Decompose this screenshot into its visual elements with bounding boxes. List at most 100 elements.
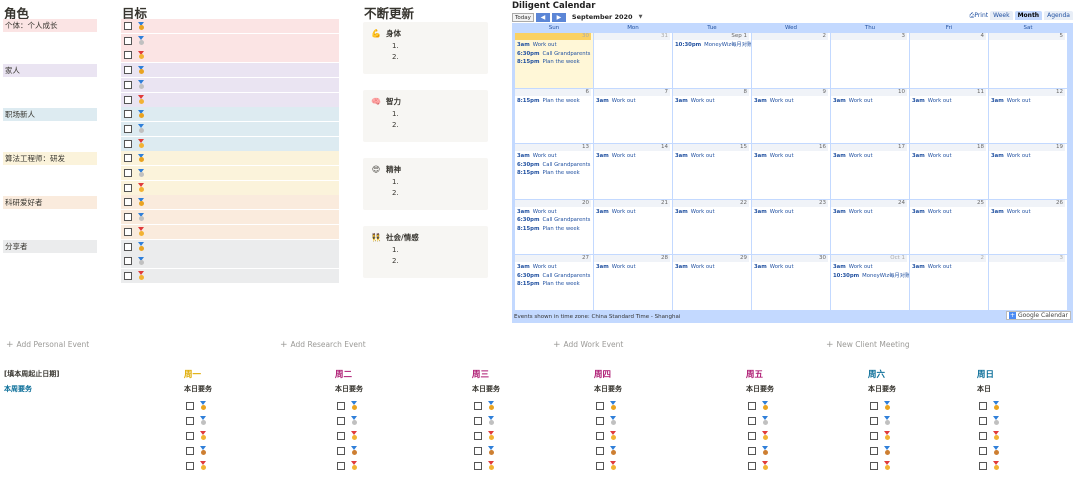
checkbox[interactable] bbox=[979, 431, 987, 440]
calendar-event[interactable]: 8:15pm Plan the week bbox=[517, 226, 580, 233]
google-calendar-button[interactable]: + Google Calendar bbox=[1005, 311, 1071, 320]
calendar-day-cell[interactable]: 24 3am Work out bbox=[831, 199, 909, 254]
checkbox[interactable] bbox=[474, 461, 482, 470]
checkbox[interactable] bbox=[596, 431, 604, 440]
today-button[interactable]: Today bbox=[512, 12, 534, 22]
growth-card-line[interactable]: 2. bbox=[392, 53, 480, 61]
calendar-day-cell[interactable]: 4 bbox=[910, 33, 988, 88]
calendar-day-cell[interactable]: 28 3am Work out bbox=[594, 255, 672, 310]
role-label[interactable]: 家人 bbox=[3, 64, 97, 77]
checkbox[interactable] bbox=[748, 431, 756, 440]
checkbox[interactable] bbox=[979, 416, 987, 425]
calendar-day-cell[interactable]: 26 3am Work out bbox=[989, 199, 1067, 254]
calendar-event[interactable]: 3am Work out bbox=[833, 153, 873, 160]
checkbox[interactable] bbox=[124, 110, 132, 119]
checkbox[interactable] bbox=[596, 446, 604, 455]
checkbox[interactable] bbox=[870, 461, 878, 470]
calendar-event[interactable]: 8:15pm Plan the week bbox=[517, 281, 580, 288]
calendar-event[interactable]: 3am Work out bbox=[912, 209, 952, 216]
checkbox[interactable] bbox=[596, 461, 604, 470]
growth-card-line[interactable]: 1. bbox=[392, 246, 480, 254]
checkbox[interactable] bbox=[124, 154, 132, 163]
checkbox[interactable] bbox=[474, 446, 482, 455]
checkbox[interactable] bbox=[474, 401, 482, 410]
calendar-event[interactable]: 3am Work out bbox=[675, 264, 715, 271]
role-label[interactable]: 算法工程师：研发 bbox=[3, 152, 97, 165]
week-date-label[interactable]: [填本周起止日期] bbox=[4, 369, 59, 379]
role-label[interactable]: 科研爱好者 bbox=[3, 196, 97, 209]
calendar-event[interactable]: 3am Work out bbox=[912, 153, 952, 160]
calendar-day-cell[interactable]: 12 3am Work out bbox=[989, 88, 1067, 143]
prev-arrow-icon[interactable]: ◀ bbox=[535, 12, 550, 22]
checkbox[interactable] bbox=[474, 431, 482, 440]
checkbox[interactable] bbox=[186, 461, 194, 470]
checkbox[interactable] bbox=[979, 461, 987, 470]
checkbox[interactable] bbox=[474, 416, 482, 425]
growth-card[interactable]: 😍 精神 1. 2. bbox=[363, 158, 488, 210]
checkbox[interactable] bbox=[337, 461, 345, 470]
calendar-day-cell[interactable]: 22 3am Work out bbox=[673, 199, 751, 254]
growth-card[interactable]: 🧠 智力 1. 2. bbox=[363, 90, 488, 142]
add-event-button[interactable]: + Add Personal Event bbox=[6, 340, 89, 350]
calendar-event[interactable]: 3am Work out bbox=[833, 209, 873, 216]
calendar-event[interactable]: 3am Work out bbox=[754, 209, 794, 216]
checkbox[interactable] bbox=[596, 416, 604, 425]
calendar-day-cell[interactable]: 21 3am Work out bbox=[594, 199, 672, 254]
calendar-day-cell[interactable]: 29 3am Work out bbox=[673, 255, 751, 310]
growth-card-line[interactable]: 2. bbox=[392, 121, 480, 129]
checkbox[interactable] bbox=[870, 401, 878, 410]
growth-card-line[interactable]: 2. bbox=[392, 257, 480, 265]
calendar-event[interactable]: 8:15pm Plan the week bbox=[517, 98, 580, 105]
growth-card-line[interactable]: 1. bbox=[392, 178, 480, 186]
calendar-event[interactable]: 3am Work out bbox=[675, 153, 715, 160]
calendar-event[interactable]: 3am Work out bbox=[991, 153, 1031, 160]
calendar-day-cell[interactable]: 15 3am Work out bbox=[673, 144, 751, 199]
checkbox[interactable] bbox=[748, 461, 756, 470]
role-label[interactable]: 分享者 bbox=[3, 240, 97, 253]
checkbox[interactable] bbox=[124, 80, 132, 89]
calendar-day-cell[interactable]: 10 3am Work out bbox=[831, 88, 909, 143]
checkbox[interactable] bbox=[870, 446, 878, 455]
calendar-day-cell[interactable]: 25 3am Work out bbox=[910, 199, 988, 254]
checkbox[interactable] bbox=[748, 416, 756, 425]
checkbox[interactable] bbox=[337, 416, 345, 425]
calendar-day-cell[interactable]: 5 bbox=[989, 33, 1067, 88]
checkbox[interactable] bbox=[337, 431, 345, 440]
calendar-day-cell[interactable]: 20 3am Work out 6:30pm Call Grandparents 8:15… bbox=[515, 199, 593, 254]
view-tab-month[interactable]: Month bbox=[1014, 11, 1043, 20]
checkbox[interactable] bbox=[596, 401, 604, 410]
calendar-event[interactable]: 8:15pm Plan the week bbox=[517, 59, 580, 66]
calendar-day-cell[interactable]: 2 bbox=[752, 33, 830, 88]
calendar-day-cell[interactable]: 8 3am Work out bbox=[673, 88, 751, 143]
checkbox[interactable] bbox=[186, 431, 194, 440]
calendar-day-cell[interactable]: 13 3am Work out 6:30pm Call Grandparents 8:15… bbox=[515, 144, 593, 199]
calendar-event[interactable]: 3am Work out bbox=[596, 98, 636, 105]
calendar-event[interactable]: 3am Work out bbox=[596, 153, 636, 160]
checkbox[interactable] bbox=[337, 446, 345, 455]
checkbox[interactable] bbox=[337, 401, 345, 410]
calendar-day-cell[interactable]: 2 3am Work out bbox=[910, 255, 988, 310]
calendar-day-cell[interactable]: Oct 1 3am Work out 10:30pm MoneyWiz每月对账 bbox=[831, 255, 909, 310]
checkbox[interactable] bbox=[124, 213, 132, 222]
calendar-event[interactable]: 3am Work out bbox=[517, 209, 557, 216]
calendar-event[interactable]: 3am Work out bbox=[517, 153, 557, 160]
checkbox[interactable] bbox=[124, 242, 132, 251]
calendar-day-cell[interactable]: 3 bbox=[831, 33, 909, 88]
growth-card[interactable]: 💪 身体 1. 2. bbox=[363, 22, 488, 74]
calendar-event[interactable]: 6:30pm Call Grandparents bbox=[517, 273, 590, 280]
view-tab-week[interactable]: Week bbox=[990, 11, 1013, 20]
calendar-day-cell[interactable]: 31 bbox=[594, 33, 672, 88]
checkbox[interactable] bbox=[124, 22, 132, 30]
calendar-event[interactable]: 3am Work out bbox=[517, 42, 557, 49]
growth-card-line[interactable]: 1. bbox=[392, 110, 480, 118]
calendar-day-cell[interactable]: 19 3am Work out bbox=[989, 144, 1067, 199]
dropdown-icon[interactable]: ▼ bbox=[639, 14, 643, 20]
checkbox[interactable] bbox=[870, 431, 878, 440]
role-label[interactable]: 个体：个人成长 bbox=[3, 19, 97, 32]
checkbox[interactable] bbox=[979, 446, 987, 455]
checkbox[interactable] bbox=[124, 198, 132, 207]
checkbox[interactable] bbox=[124, 271, 132, 280]
checkbox[interactable] bbox=[124, 51, 132, 60]
checkbox[interactable] bbox=[124, 227, 132, 236]
calendar-event[interactable]: 3am Work out bbox=[912, 264, 952, 271]
